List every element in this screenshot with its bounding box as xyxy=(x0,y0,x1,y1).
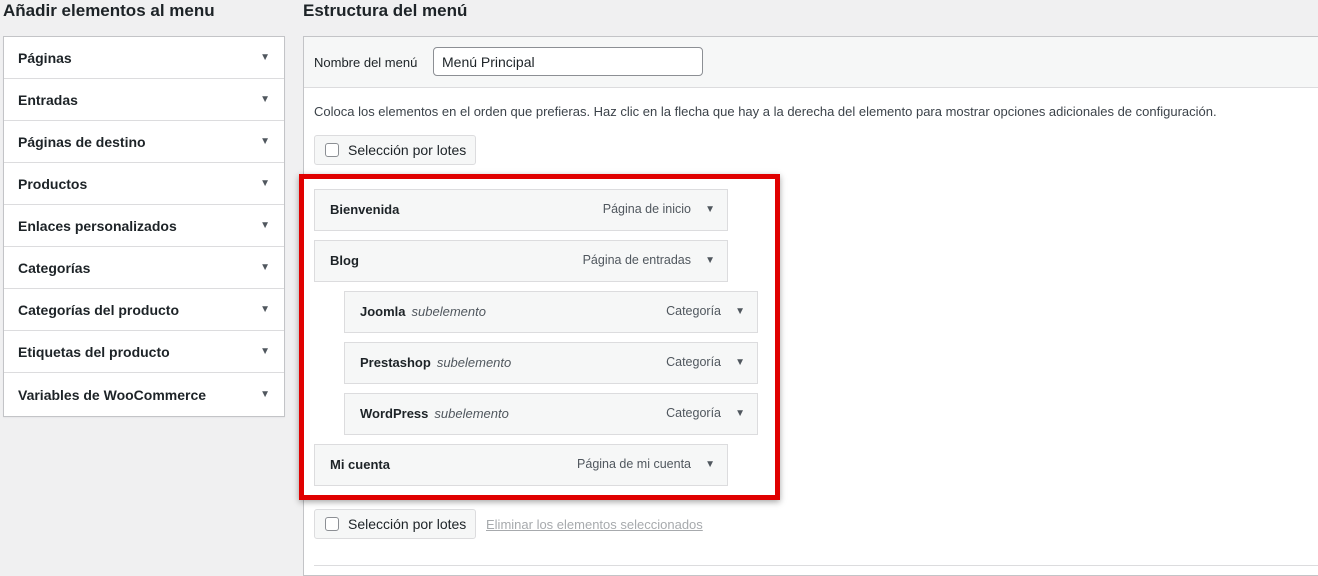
menu-name-label: Nombre del menú xyxy=(314,55,418,70)
caret-down-icon[interactable]: ▼ xyxy=(260,220,270,231)
accordion-section-product-tags[interactable]: Etiquetas del producto ▼ xyxy=(4,331,284,373)
menu-name-input[interactable] xyxy=(433,47,703,76)
bulk-select-label: Selección por lotes xyxy=(348,516,467,532)
delete-selected-link[interactable]: Eliminar los elementos seleccionados xyxy=(486,517,703,532)
highlight-frame xyxy=(299,174,780,500)
menu-structure-title: Estructura del menú xyxy=(303,1,468,20)
bulk-select-checkbox[interactable] xyxy=(325,143,339,157)
accordion-section-label: Variables de WooCommerce xyxy=(18,386,207,403)
caret-down-icon[interactable]: ▼ xyxy=(260,94,270,105)
accordion-section-custom-links[interactable]: Enlaces personalizados ▼ xyxy=(4,205,284,247)
accordion-section-pages[interactable]: Páginas ▼ xyxy=(4,37,284,79)
accordion-section-label: Entradas xyxy=(18,91,78,108)
bulk-select-label: Selección por lotes xyxy=(348,142,467,158)
caret-down-icon[interactable]: ▼ xyxy=(260,136,270,147)
accordion-section-landing-pages[interactable]: Páginas de destino ▼ xyxy=(4,121,284,163)
menu-structure-panel: Nombre del menú Coloca los elementos en … xyxy=(299,36,1318,576)
menu-instructions: Coloca los elementos en el orden que pre… xyxy=(314,104,1217,119)
add-items-accordion: Páginas ▼ Entradas ▼ Páginas de destino … xyxy=(3,36,285,417)
caret-down-icon[interactable]: ▼ xyxy=(260,262,270,273)
accordion-section-label: Categorías xyxy=(18,259,91,276)
bulk-select-toggle-bottom[interactable]: Selección por lotes xyxy=(314,509,476,539)
caret-down-icon[interactable]: ▼ xyxy=(260,389,270,400)
accordion-section-label: Etiquetas del producto xyxy=(18,343,170,360)
accordion-section-label: Categorías del producto xyxy=(18,301,180,318)
accordion-section-categories[interactable]: Categorías ▼ xyxy=(4,247,284,289)
add-menu-items-title: Añadir elementos al menu xyxy=(3,1,215,20)
divider xyxy=(314,565,1318,566)
caret-down-icon[interactable]: ▼ xyxy=(260,178,270,189)
caret-down-icon[interactable]: ▼ xyxy=(260,346,270,357)
bulk-select-checkbox[interactable] xyxy=(325,517,339,531)
caret-down-icon[interactable]: ▼ xyxy=(260,52,270,63)
accordion-section-products[interactable]: Productos ▼ xyxy=(4,163,284,205)
accordion-section-woocommerce-endpoints[interactable]: Variables de WooCommerce ▼ xyxy=(4,373,284,416)
menu-name-header: Nombre del menú xyxy=(304,37,1318,88)
accordion-section-label: Páginas xyxy=(18,49,72,66)
caret-down-icon[interactable]: ▼ xyxy=(260,304,270,315)
accordion-section-label: Páginas de destino xyxy=(18,133,146,150)
accordion-section-posts[interactable]: Entradas ▼ xyxy=(4,79,284,121)
bulk-select-toggle-top[interactable]: Selección por lotes xyxy=(314,135,476,165)
accordion-section-product-categories[interactable]: Categorías del producto ▼ xyxy=(4,289,284,331)
accordion-section-label: Productos xyxy=(18,175,88,192)
accordion-section-label: Enlaces personalizados xyxy=(18,217,177,234)
